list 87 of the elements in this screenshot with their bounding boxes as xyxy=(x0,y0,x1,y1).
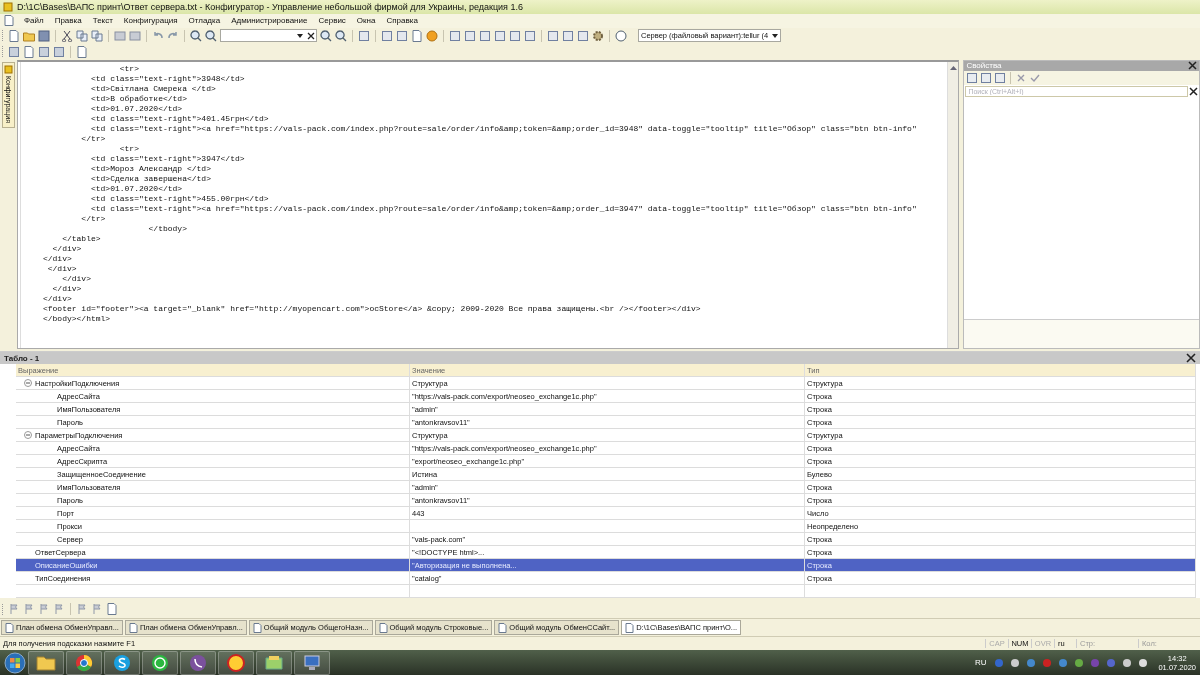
find-icon[interactable] xyxy=(190,29,202,42)
clear-icon[interactable] xyxy=(1189,86,1198,96)
menu-item[interactable]: Окна xyxy=(355,16,377,26)
document-icon[interactable] xyxy=(76,45,88,58)
code-line: <tr> xyxy=(118,143,140,154)
app-icon[interactable] xyxy=(1074,657,1085,668)
code-line: <td class="text-right"><a href="https://vals-pack.com/index.php?route=sale/order/info&amp;token=&amp;order_id=3948" data-toggle="tooltip" title="Обзор" class="btn btn-info" xyxy=(89,123,918,134)
start-button[interactable] xyxy=(4,651,26,674)
code-line: </table> xyxy=(61,233,102,244)
flag-icon[interactable] xyxy=(23,603,35,616)
panel-title: Табло - 1 xyxy=(4,353,40,363)
menu-item[interactable]: Текст xyxy=(91,16,114,26)
scrollbar[interactable] xyxy=(947,61,959,349)
code-line: </div> xyxy=(42,293,73,304)
window-icon[interactable] xyxy=(547,29,559,42)
code-line: </div> xyxy=(51,283,83,294)
code-line: <td>В обработке</td> xyxy=(89,93,188,104)
code-line: <td>01.07.2020</td> xyxy=(89,103,184,114)
code-line: <td class="text-right">3947</td> xyxy=(89,153,246,164)
document-icon xyxy=(128,622,138,633)
code-line: </div> xyxy=(42,253,73,264)
panel-title: Свойства xyxy=(966,61,1002,71)
menu-item[interactable]: Отладка xyxy=(187,16,222,26)
search-combo-field[interactable] xyxy=(220,29,317,43)
document-icon xyxy=(498,622,508,633)
find-next-icon[interactable] xyxy=(320,29,332,42)
app-icon xyxy=(3,2,13,12)
window-title: D:\1C\Bases\ВАПС принт\Ответ сервера.txt - Конфигуратор - Управление небольшой фирмой для Украины, редакция 1.6 xyxy=(17,2,523,12)
close-icon[interactable] xyxy=(1188,61,1197,71)
document-icon xyxy=(4,15,14,27)
save-icon[interactable] xyxy=(38,29,50,42)
clear-icon[interactable] xyxy=(306,30,316,41)
language-indicator[interactable]: RU xyxy=(974,658,987,667)
flag-icon[interactable] xyxy=(38,603,50,616)
code-line: </tr> xyxy=(80,213,107,224)
search-icon[interactable] xyxy=(205,29,217,42)
document-icon xyxy=(625,622,635,633)
code-line: <td class="text-right">455.00грн</td> xyxy=(89,193,270,204)
new-document-icon[interactable] xyxy=(8,29,20,42)
menu-item[interactable]: Сервис xyxy=(317,16,347,26)
code-line: </div> xyxy=(61,273,92,284)
flag-icon[interactable] xyxy=(8,603,20,616)
code-line: </tbody> xyxy=(147,223,188,234)
info-icon[interactable] xyxy=(426,29,438,42)
folder-icon[interactable] xyxy=(256,650,292,675)
flag-icon[interactable] xyxy=(53,603,65,616)
code-line: <td class="text-right">401.45грн</td> xyxy=(89,113,270,124)
document-icon xyxy=(5,622,14,633)
computer-icon[interactable] xyxy=(294,650,330,675)
cut-icon[interactable] xyxy=(61,29,73,42)
browser-icon[interactable] xyxy=(66,650,102,675)
folder-icon[interactable] xyxy=(28,650,64,675)
code-line: <td>01.07.2020</td> xyxy=(89,183,184,194)
window-icon[interactable] xyxy=(577,29,589,42)
code-line: <td class="text-right">3948</td> xyxy=(89,73,246,84)
code-line: </div> xyxy=(46,263,78,274)
menu-item[interactable]: Правка xyxy=(53,16,83,26)
collapse-icon[interactable] xyxy=(24,379,32,388)
menu-item[interactable]: Конфигурация xyxy=(122,16,179,26)
find-previous-icon[interactable] xyxy=(335,29,347,42)
copy-icon[interactable] xyxy=(76,29,88,42)
code-line: <td class="text-right"><a href="https://vals-pack.com/index.php?route=sale/order/info&amp;token=&amp;order_id=3947" data-toggle="tooltip" title="Обзор" class="btn btn-info" xyxy=(89,203,918,214)
menu-item[interactable]: Справка xyxy=(385,16,419,26)
code-line: </tr> xyxy=(80,133,107,144)
close-icon[interactable] xyxy=(1186,353,1196,364)
code-line: <td>Світлана Смерека </td> xyxy=(89,83,217,94)
code-line: <footer id="footer"><a target="_blank" href="http://myopencart.com">ocStore</a> &copy; 2009-2020 Все права защищены.<br /></footer></div> xyxy=(42,303,702,314)
code-line: <tr> xyxy=(118,63,140,74)
scroll-up-icon[interactable] xyxy=(948,63,958,73)
window-icon[interactable] xyxy=(562,29,574,42)
skype-icon[interactable] xyxy=(104,650,140,675)
window-icon[interactable] xyxy=(358,29,370,42)
code-line: </body></html> xyxy=(42,313,112,324)
code-line: <td>Сделка завершена</td> xyxy=(89,173,212,184)
document-icon[interactable] xyxy=(106,603,118,616)
collapse-icon[interactable] xyxy=(24,431,32,440)
code-line: </div> xyxy=(51,243,83,254)
folder-icon[interactable] xyxy=(23,29,35,42)
menu-item[interactable]: Файл xyxy=(23,16,45,26)
menu-item[interactable]: Администрирование xyxy=(230,16,309,26)
document-icon xyxy=(252,622,262,633)
document-icon xyxy=(378,622,388,633)
paste-icon[interactable] xyxy=(91,29,103,42)
form-icon[interactable] xyxy=(23,45,35,58)
code-line: <td>Мороз Александр </td> xyxy=(89,163,212,174)
app-icon[interactable] xyxy=(218,650,254,675)
document-icon[interactable] xyxy=(411,29,423,42)
